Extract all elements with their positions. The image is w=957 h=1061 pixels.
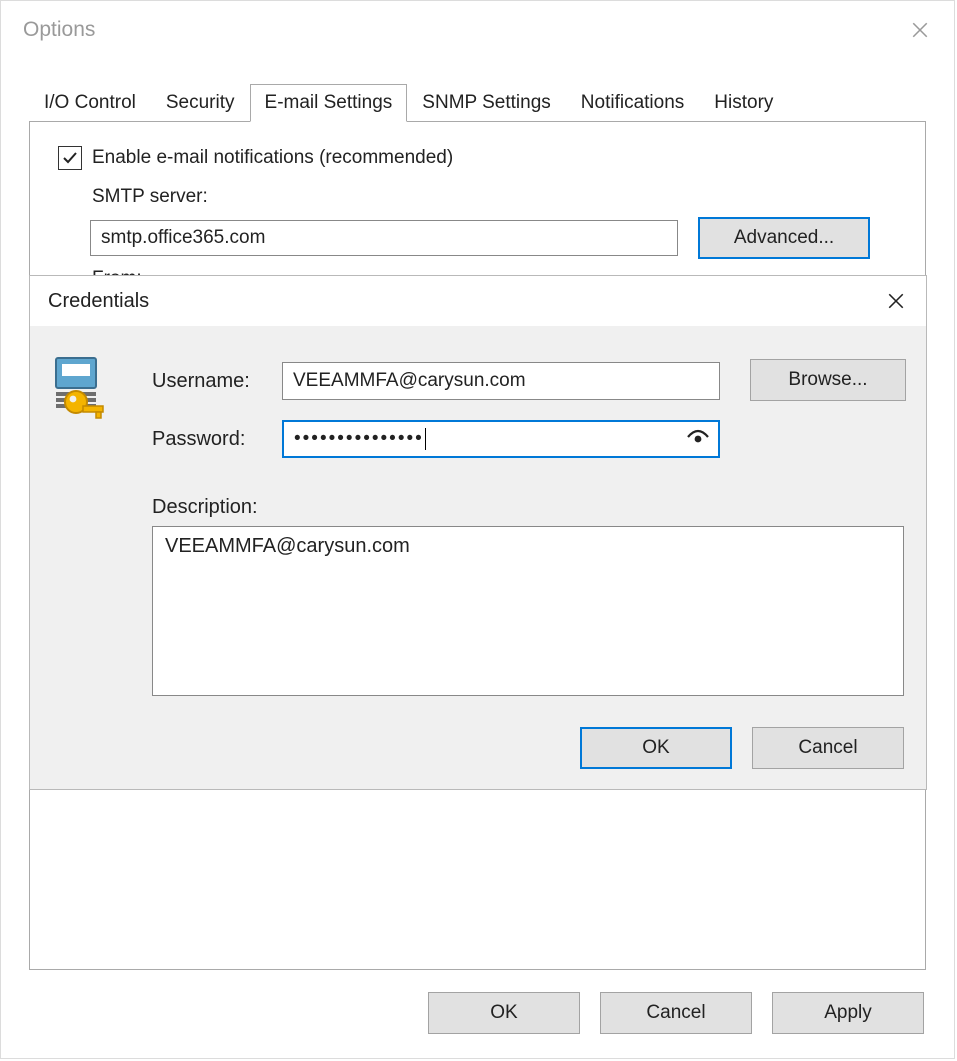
tab-history[interactable]: History <box>699 84 788 122</box>
options-titlebar: Options <box>1 1 954 59</box>
options-close-icon[interactable] <box>900 17 940 43</box>
enable-email-checkbox[interactable] <box>58 146 82 170</box>
enable-email-label: Enable e-mail notifications (recommended… <box>92 147 453 169</box>
credentials-close-icon[interactable] <box>878 286 914 317</box>
text-cursor <box>425 428 426 450</box>
tab-security[interactable]: Security <box>151 84 250 122</box>
password-row: Password: ••••••••••••••• <box>152 420 720 458</box>
tab-io-control[interactable]: I/O Control <box>29 84 151 122</box>
smtp-server-field-wrap: smtp.office365.com <box>90 220 678 256</box>
credentials-dialog: Credentials Username: <box>29 275 927 790</box>
credentials-body: Username: VEEAMMFA@carysun.com Browse...… <box>30 326 926 789</box>
reveal-password-icon[interactable] <box>686 427 710 451</box>
tab-email-settings[interactable]: E-mail Settings <box>250 84 408 122</box>
password-masked-value: ••••••••••••••• <box>294 428 424 450</box>
username-input[interactable]: VEEAMMFA@carysun.com <box>282 362 720 400</box>
tabstrip: I/O Control Security E-mail Settings SNM… <box>29 81 926 121</box>
credentials-buttons: OK Cancel <box>580 727 904 769</box>
tab-notifications[interactable]: Notifications <box>566 84 700 122</box>
password-label: Password: <box>152 428 282 451</box>
password-input[interactable]: ••••••••••••••• <box>282 420 720 458</box>
credentials-title: Credentials <box>48 290 149 313</box>
description-textarea[interactable]: VEEAMMFA@carysun.com <box>152 526 904 696</box>
credentials-ok-button[interactable]: OK <box>580 727 732 769</box>
advanced-button[interactable]: Advanced... <box>698 217 870 259</box>
smtp-server-label: SMTP server: <box>92 186 208 208</box>
options-ok-button[interactable]: OK <box>428 992 580 1034</box>
enable-email-row: Enable e-mail notifications (recommended… <box>58 146 453 170</box>
description-label: Description: <box>152 496 258 519</box>
username-label: Username: <box>152 370 282 393</box>
browse-button[interactable]: Browse... <box>750 359 906 401</box>
smtp-server-input[interactable]: smtp.office365.com <box>90 220 678 256</box>
password-field-wrap: ••••••••••••••• <box>282 420 720 458</box>
credentials-key-icon <box>50 356 114 426</box>
credentials-titlebar: Credentials <box>30 276 926 326</box>
tab-snmp-settings[interactable]: SNMP Settings <box>407 84 565 122</box>
options-title: Options <box>23 18 95 42</box>
options-cancel-button[interactable]: Cancel <box>600 992 752 1034</box>
options-apply-button[interactable]: Apply <box>772 992 924 1034</box>
username-row: Username: VEEAMMFA@carysun.com <box>152 362 720 400</box>
credentials-cancel-button[interactable]: Cancel <box>752 727 904 769</box>
options-buttons: OK Cancel Apply <box>428 992 924 1034</box>
